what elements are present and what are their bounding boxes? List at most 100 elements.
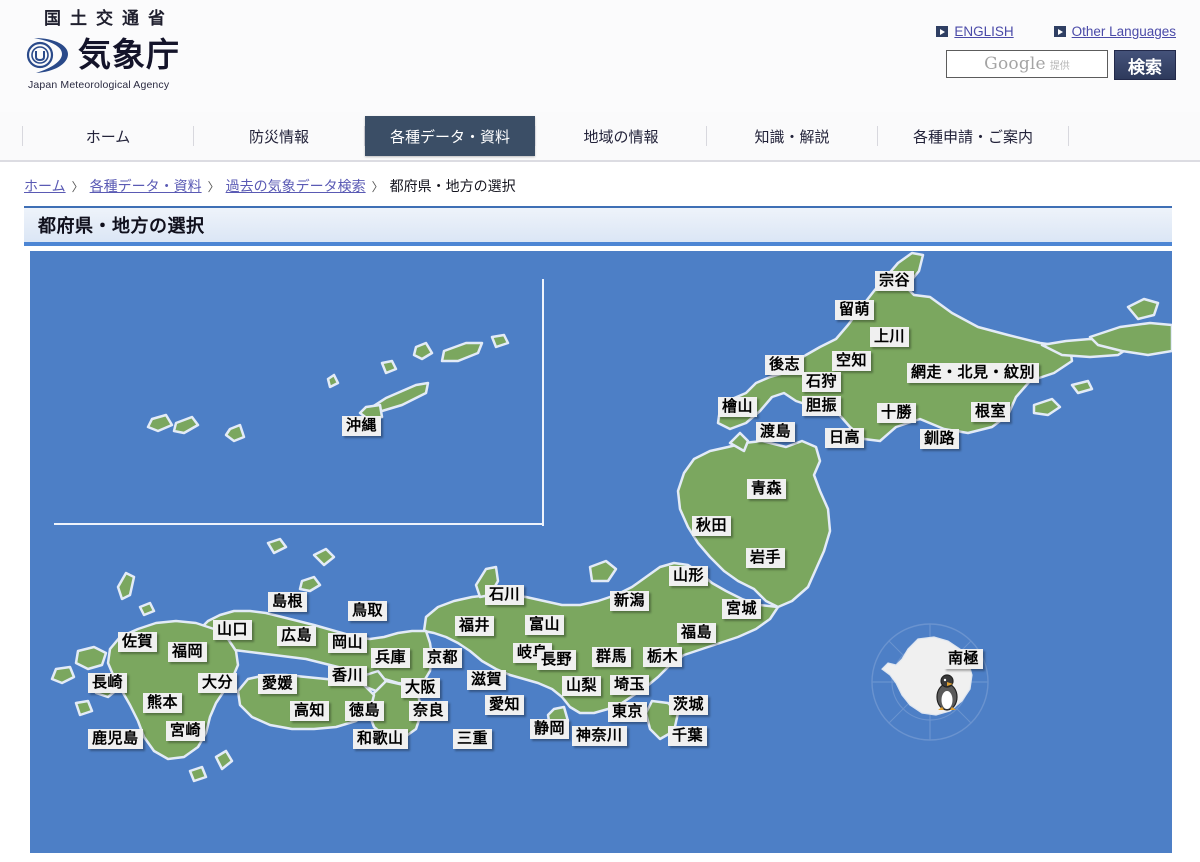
breadcrumb-item-data[interactable]: 各種データ・資料	[90, 176, 202, 196]
region-label[interactable]: 京都	[423, 648, 463, 668]
breadcrumb-item-search[interactable]: 過去の気象データ検索	[226, 176, 366, 196]
region-label[interactable]: 広島	[277, 626, 317, 646]
region-label[interactable]: 福岡	[168, 642, 208, 662]
region-label[interactable]: 滋賀	[467, 670, 507, 690]
region-label[interactable]: 福井	[455, 616, 495, 636]
yonaguni-land	[224, 423, 246, 443]
island-land	[188, 765, 208, 783]
region-label[interactable]: 長崎	[88, 673, 128, 693]
search-area: Google 提供 検索	[936, 50, 1176, 80]
island-land	[412, 341, 434, 361]
breadcrumb-item-home[interactable]: ホーム	[24, 176, 66, 196]
region-label[interactable]: 島根	[268, 592, 308, 612]
other-languages-link[interactable]: Other Languages	[1053, 24, 1176, 39]
region-label[interactable]: 熊本	[143, 693, 183, 713]
breadcrumb-item-current: 都府県・地方の選択	[389, 179, 516, 195]
region-label[interactable]: 兵庫	[371, 648, 411, 668]
antarctica-graticule	[871, 623, 989, 741]
region-label[interactable]: 香川	[328, 666, 368, 686]
search-button[interactable]: 検索	[1114, 50, 1176, 80]
region-label[interactable]: 群馬	[592, 647, 632, 667]
region-label[interactable]: 富山	[525, 615, 565, 635]
island-land	[1126, 297, 1160, 321]
okinawa-inset-border-vertical	[542, 279, 544, 526]
nav-item-disaster-info[interactable]: 防災情報	[194, 112, 364, 160]
amami-land	[440, 341, 484, 363]
region-label[interactable]: 鹿児島	[88, 729, 143, 749]
nav-divider	[1068, 126, 1069, 146]
region-label[interactable]: 徳島	[345, 701, 385, 721]
region-label[interactable]: 山口	[213, 620, 253, 640]
region-label[interactable]: 三重	[453, 729, 493, 749]
region-label[interactable]: 後志	[765, 355, 805, 375]
region-label[interactable]: 新潟	[610, 591, 650, 611]
search-input[interactable]: Google 提供	[946, 50, 1108, 78]
region-label[interactable]: 上川	[870, 327, 910, 347]
nav-item-knowledge[interactable]: 知識・解説	[707, 112, 877, 160]
region-label[interactable]: 埼玉	[610, 675, 650, 695]
region-label[interactable]: 青森	[747, 479, 787, 499]
ishigaki-land	[172, 415, 200, 435]
nav-item-applications[interactable]: 各種申請・ご案内	[878, 112, 1068, 160]
region-label[interactable]: 和歌山	[353, 729, 408, 749]
region-label[interactable]: 奈良	[409, 701, 449, 721]
region-label[interactable]: 釧路	[920, 429, 960, 449]
site-logo[interactable]: 国土交通省 気象庁 Japan Meteorological Agency	[26, 8, 180, 91]
island-land	[266, 537, 288, 555]
region-label[interactable]: 根室	[971, 402, 1011, 422]
region-label[interactable]: 神奈川	[572, 726, 627, 746]
region-label[interactable]: 佐賀	[118, 632, 158, 652]
region-label[interactable]: 愛媛	[258, 674, 298, 694]
region-label[interactable]: 石川	[485, 585, 525, 605]
region-label[interactable]: 日高	[825, 428, 865, 448]
region-label[interactable]: 山形	[669, 566, 709, 586]
region-label[interactable]: 愛知	[485, 695, 525, 715]
region-label[interactable]: 石狩	[802, 372, 842, 392]
region-label[interactable]: 岡山	[328, 633, 368, 653]
region-label[interactable]: 檜山	[718, 397, 758, 417]
region-label[interactable]: 静岡	[530, 719, 570, 739]
english-link-label: ENGLISH	[954, 24, 1014, 39]
english-link[interactable]: ENGLISH	[936, 24, 1014, 39]
region-label[interactable]: 東京	[608, 702, 648, 722]
nav-item-regional-info[interactable]: 地域の情報	[536, 112, 706, 160]
title-rule-bottom	[24, 242, 1172, 246]
okinawa-inset-border-horizontal	[54, 523, 544, 525]
region-label[interactable]: 網走・北見・紋別	[907, 363, 1040, 383]
region-label[interactable]: 長野	[537, 650, 577, 670]
region-label[interactable]: 千葉	[668, 726, 708, 746]
region-label[interactable]: 胆振	[802, 396, 842, 416]
region-label[interactable]: 茨城	[669, 695, 709, 715]
region-label[interactable]: 沖縄	[342, 416, 382, 436]
antarctica-inset[interactable]: 南極	[868, 621, 992, 743]
region-label[interactable]: 岩手	[746, 548, 786, 568]
region-label[interactable]: 大阪	[401, 678, 441, 698]
breadcrumb-separator: 〉	[71, 179, 84, 194]
japan-region-map[interactable]: 南極 宗谷 留萌上川空知 後志 石狩 網走・北見・紋別檜山 胆振 十勝 根室渡島 日高 釧路 沖縄青…	[30, 251, 1172, 853]
region-label-antarctica[interactable]: 南極	[944, 649, 984, 669]
region-label[interactable]: 宗谷	[875, 271, 915, 291]
region-label[interactable]: 秋田	[692, 516, 732, 536]
region-label[interactable]: 高知	[290, 701, 330, 721]
region-label[interactable]: 渡島	[756, 422, 796, 442]
page-title-block: 都府県・地方の選択	[24, 206, 1172, 246]
nav-item-home[interactable]: ホーム	[23, 112, 193, 160]
region-label[interactable]: 宮城	[722, 599, 762, 619]
region-label[interactable]: 大分	[198, 673, 238, 693]
island-land	[326, 373, 340, 389]
region-label[interactable]: 空知	[832, 351, 872, 371]
region-label[interactable]: 宮崎	[166, 721, 206, 741]
region-label[interactable]: 栃木	[643, 647, 683, 667]
nav-item-data[interactable]: 各種データ・資料	[365, 116, 535, 156]
island-land	[214, 749, 234, 771]
region-label[interactable]: 留萌	[835, 300, 875, 320]
region-label[interactable]: 山梨	[562, 676, 602, 696]
region-label[interactable]: 福島	[677, 623, 717, 643]
region-label[interactable]: 鳥取	[348, 601, 388, 621]
breadcrumb: ホーム 〉 各種データ・資料 〉 過去の気象データ検索 〉 都府県・地方の選択	[0, 162, 1200, 196]
play-arrow-icon	[1053, 26, 1066, 37]
region-label[interactable]: 十勝	[877, 403, 917, 423]
island-land	[490, 333, 510, 349]
other-languages-link-label: Other Languages	[1071, 24, 1176, 39]
landmass-shapes	[50, 251, 1172, 783]
